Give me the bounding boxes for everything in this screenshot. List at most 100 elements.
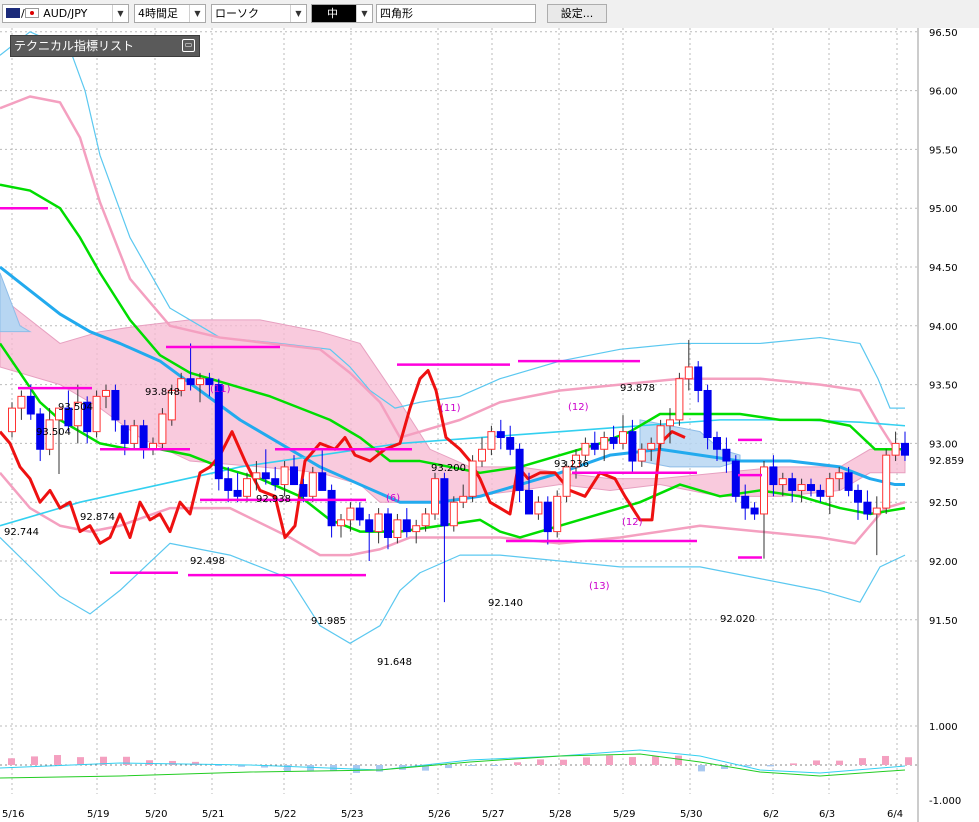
oscillator-bar bbox=[307, 765, 314, 772]
oscillator-bar bbox=[560, 759, 567, 765]
australia-flag-icon bbox=[6, 8, 20, 18]
oscillator-tick-label: 1.000 bbox=[929, 722, 958, 733]
toolbar: / AUD/JPY ▼ 4時間足 ▼ ローソク ▼ 中 ▼ 四角形 設定... bbox=[0, 0, 979, 29]
candle-down bbox=[844, 472, 853, 491]
oscillator-tick-label: -1.000 bbox=[929, 796, 961, 807]
candle-down bbox=[703, 389, 712, 439]
candle-up bbox=[431, 478, 439, 515]
candle-down bbox=[609, 437, 618, 444]
maximize-icon[interactable]: ▭ bbox=[182, 39, 195, 52]
candle-down bbox=[402, 519, 411, 533]
candle-down bbox=[543, 501, 552, 533]
price-annotation: 92.498 bbox=[190, 556, 225, 567]
candle-down bbox=[816, 489, 825, 497]
candle-down bbox=[731, 460, 740, 497]
candle-up bbox=[835, 472, 844, 480]
candle-down bbox=[384, 513, 392, 538]
settings-button[interactable]: 設定... bbox=[547, 4, 607, 23]
chevron-down-icon[interactable]: ▼ bbox=[290, 5, 306, 22]
candle-down bbox=[290, 466, 298, 486]
candle-up bbox=[196, 378, 204, 386]
candle-up bbox=[600, 437, 609, 450]
candle-down bbox=[750, 507, 759, 515]
candle-up bbox=[891, 442, 900, 456]
chart-type-select[interactable]: ローソク ▼ bbox=[211, 4, 307, 23]
chevron-down-icon[interactable]: ▼ bbox=[189, 5, 205, 22]
oscillator-bar bbox=[491, 765, 498, 766]
price-annotation: 92.140 bbox=[488, 598, 523, 609]
price-chart[interactable]: 97.0096.5096.0095.5095.0094.5094.0093.50… bbox=[0, 28, 979, 822]
chevron-down-icon[interactable]: ▼ bbox=[112, 5, 128, 22]
oscillator-bar bbox=[629, 757, 636, 765]
candle-down bbox=[271, 478, 280, 486]
x-tick-label: 5/26 bbox=[428, 809, 450, 820]
candle-up bbox=[421, 513, 430, 527]
candle-up bbox=[825, 478, 834, 497]
oscillator-bar bbox=[77, 757, 84, 765]
candle-up bbox=[647, 442, 656, 450]
candle-down bbox=[111, 389, 120, 421]
price-annotation: 93.236 bbox=[554, 459, 589, 470]
marker-label: 四角形 bbox=[380, 7, 413, 20]
candle-up bbox=[656, 425, 665, 444]
size-select[interactable]: 中 ▼ bbox=[311, 4, 373, 23]
oscillator-bar bbox=[583, 757, 590, 765]
oscillator-bar bbox=[606, 755, 613, 765]
x-tick-label: 5/20 bbox=[145, 809, 167, 820]
oscillator-bar bbox=[146, 760, 153, 765]
symbol-label: AUD/JPY bbox=[43, 7, 88, 20]
oscillator-bar bbox=[652, 756, 659, 765]
candle-down bbox=[788, 478, 797, 491]
x-tick-label: 5/21 bbox=[202, 809, 224, 820]
oscillator-bar bbox=[123, 756, 130, 765]
indicator-list-panel[interactable]: テクニカル指標リスト ▭ bbox=[10, 35, 200, 57]
marker-select[interactable]: 四角形 bbox=[376, 4, 536, 23]
candle-down bbox=[318, 472, 327, 491]
symbol-select[interactable]: / AUD/JPY ▼ bbox=[2, 4, 129, 23]
timeframe-select[interactable]: 4時間足 ▼ bbox=[134, 4, 206, 23]
candle-down bbox=[327, 489, 336, 527]
size-label: 中 bbox=[327, 7, 338, 20]
price-annotation: 92.874 bbox=[80, 512, 115, 523]
candle-up bbox=[92, 395, 101, 433]
y-tick-label: 93.00 bbox=[929, 439, 958, 450]
oscillator-bar bbox=[859, 758, 866, 765]
oscillator-bar bbox=[836, 760, 843, 765]
candle-up bbox=[459, 495, 468, 503]
y-tick-label: 96.00 bbox=[929, 87, 958, 98]
candle-down bbox=[515, 448, 524, 491]
oscillator-bar bbox=[514, 762, 521, 765]
candle-up bbox=[280, 466, 289, 486]
chevron-down-icon[interactable]: ▼ bbox=[356, 5, 372, 22]
candle-down bbox=[365, 519, 374, 533]
candle-up bbox=[130, 425, 139, 444]
y-tick-label: 92.50 bbox=[929, 498, 958, 509]
candle-up bbox=[797, 484, 806, 491]
price-annotation: 92.020 bbox=[720, 614, 755, 625]
candle-down bbox=[807, 484, 815, 491]
candle-down bbox=[355, 507, 364, 521]
count-label: (13) bbox=[589, 581, 610, 592]
candle-down bbox=[440, 478, 449, 527]
price-annotation: 93.200 bbox=[431, 463, 466, 474]
candle-down bbox=[224, 478, 233, 491]
oscillator-bar bbox=[790, 763, 797, 765]
count-label: (6) bbox=[386, 493, 400, 504]
candle-down bbox=[214, 384, 223, 480]
x-tick-label: 5/29 bbox=[613, 809, 635, 820]
candle-down bbox=[120, 425, 129, 444]
candle-down bbox=[628, 431, 637, 462]
candle-down bbox=[590, 442, 599, 450]
oscillator-bar bbox=[169, 760, 176, 765]
x-tick-label: 6/3 bbox=[819, 809, 835, 820]
current-price-label: 92.859 bbox=[929, 456, 964, 467]
chart-type-label: ローソク bbox=[215, 7, 259, 20]
count-label: (11) bbox=[210, 384, 231, 395]
candle-up bbox=[8, 407, 16, 433]
candle-up bbox=[102, 389, 110, 397]
candle-down bbox=[233, 489, 242, 497]
candle-down bbox=[769, 466, 778, 486]
oscillator-bar bbox=[882, 755, 889, 765]
count-label: (12) bbox=[568, 402, 589, 413]
candle-up bbox=[637, 448, 646, 462]
